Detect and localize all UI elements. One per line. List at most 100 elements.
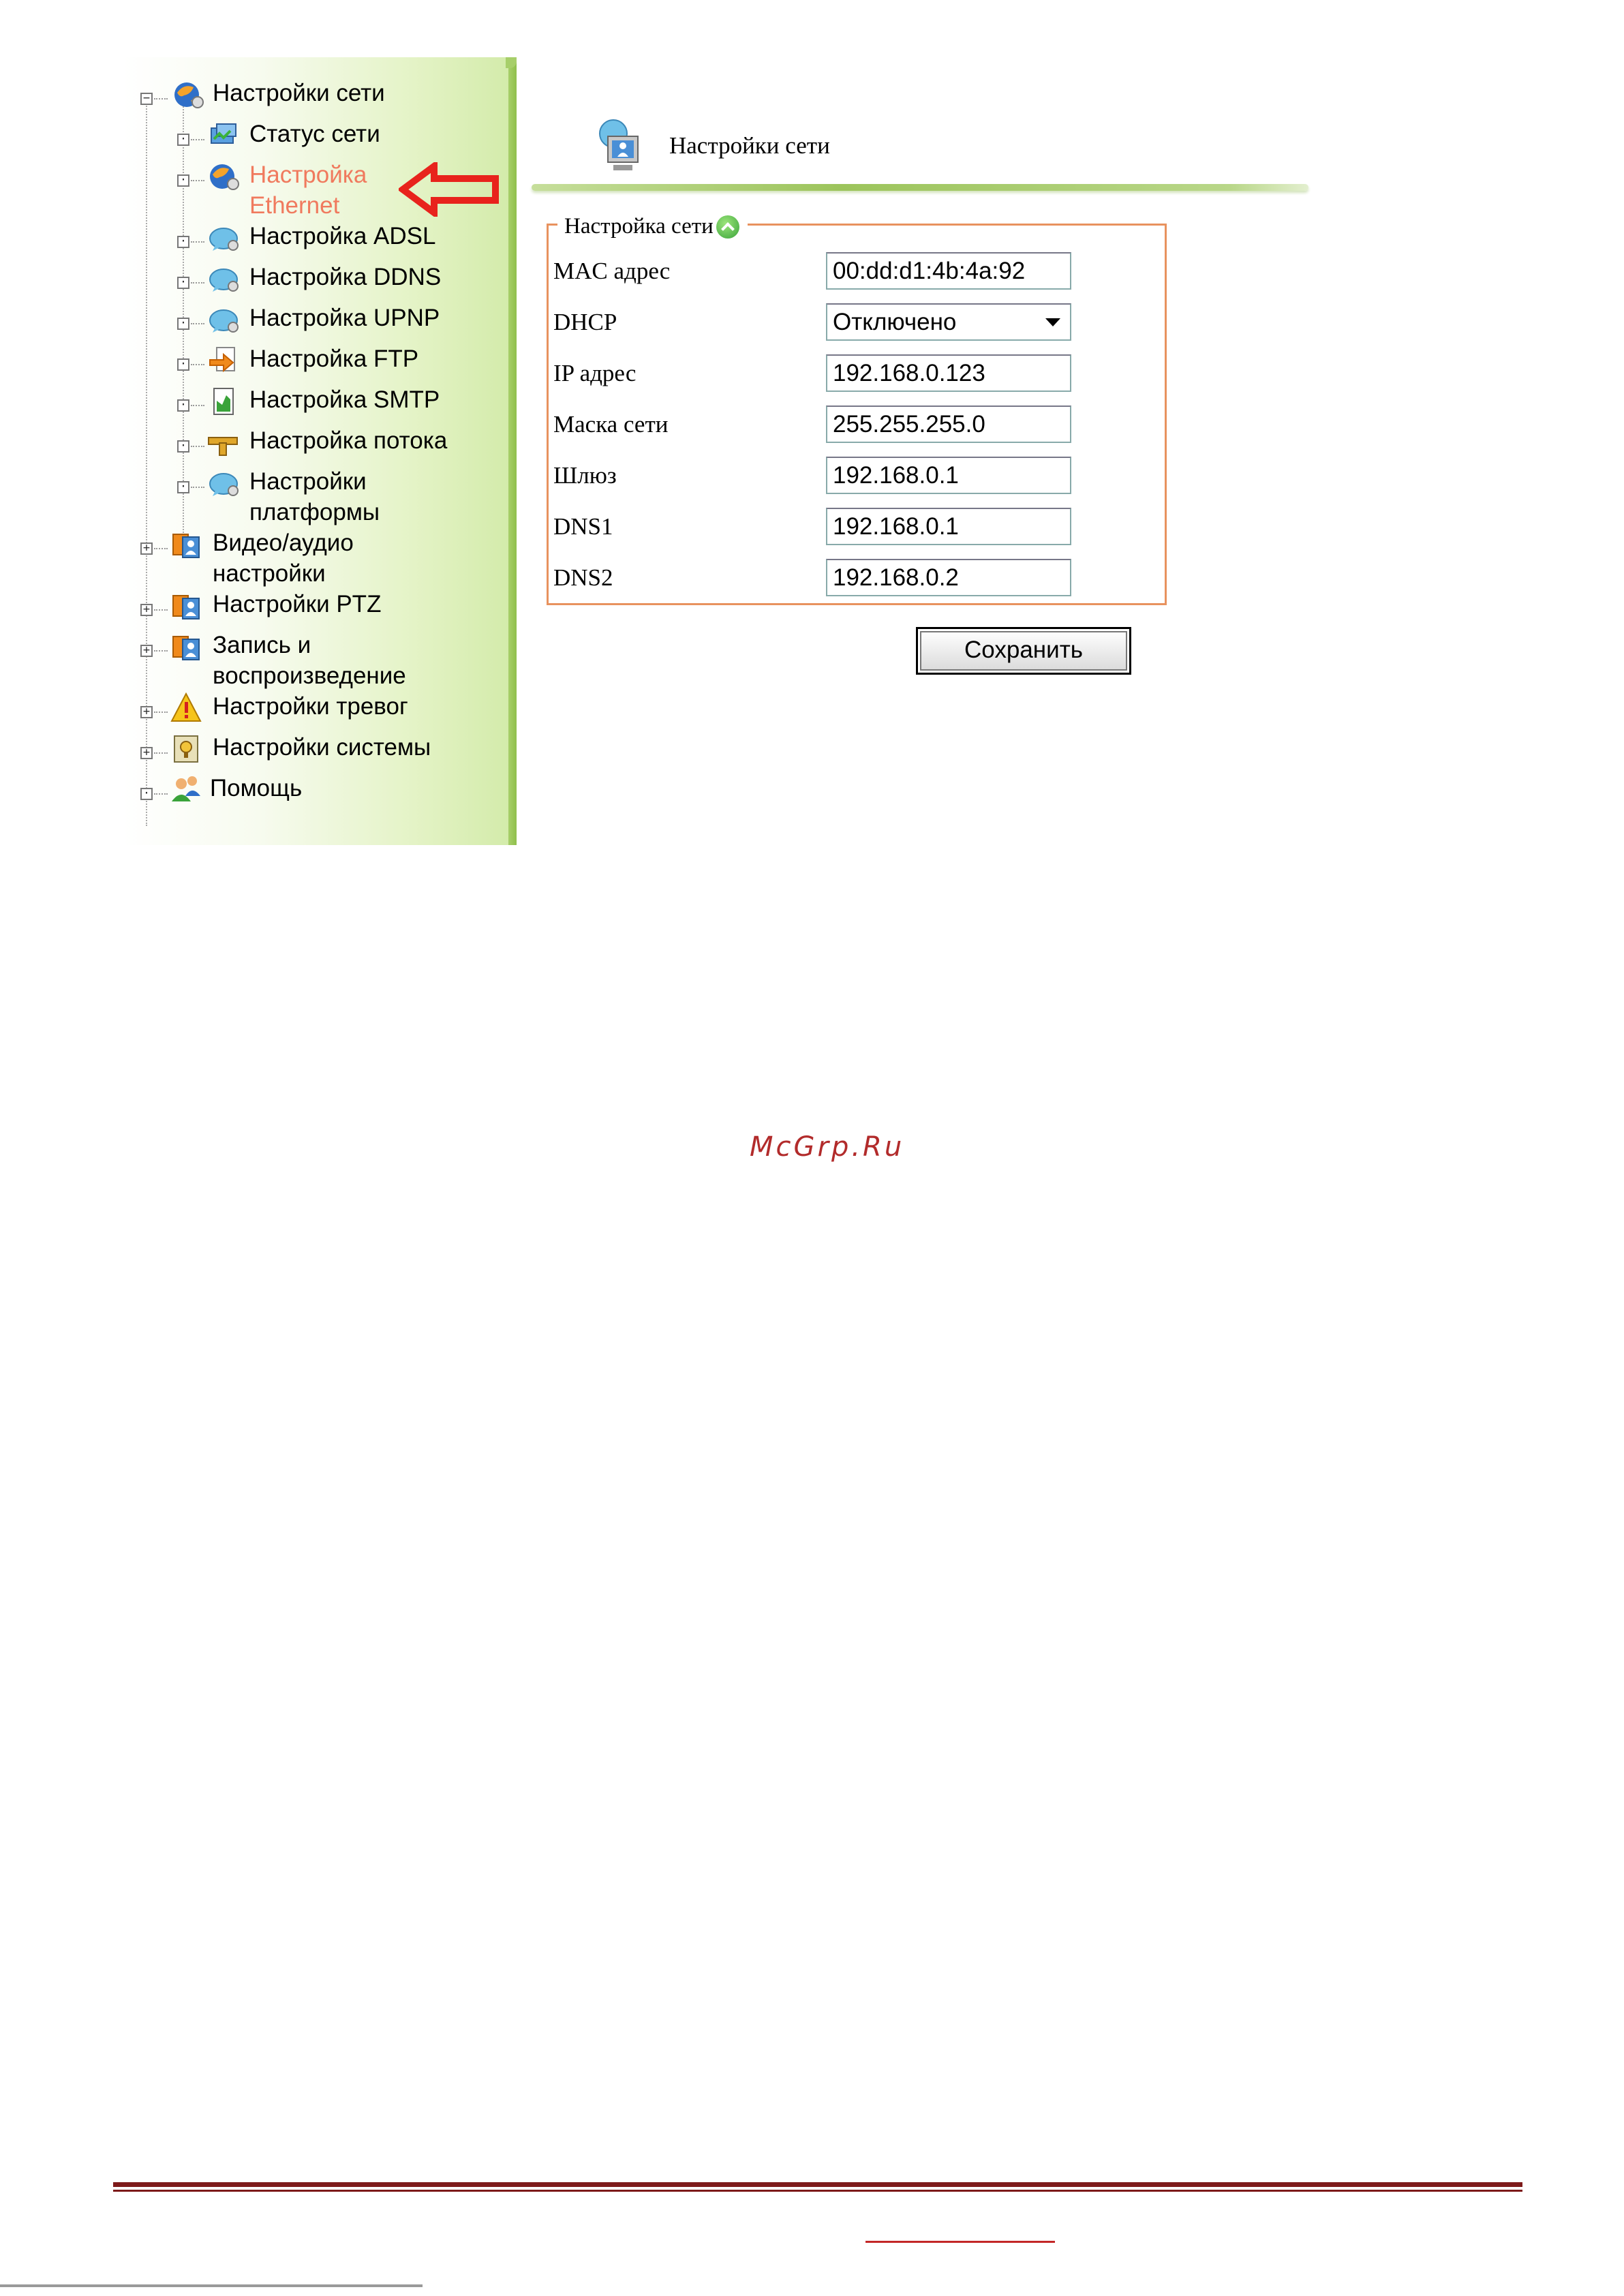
smtp-chart-icon: [213, 388, 234, 415]
watermark: McGrp.Ru: [750, 1131, 905, 1163]
sidebar-item-label: Настройки платформы: [249, 468, 380, 525]
globe-chat-icon: [209, 228, 239, 251]
sidebar-item-label: Запись и воспроизведение: [213, 632, 406, 689]
sidebar-item-label: Статус сети: [249, 121, 380, 147]
sidebar-item-alarm-settings[interactable]: + Настройки тревог: [123, 691, 408, 722]
expand-toggle-icon[interactable]: ·: [177, 134, 189, 146]
globe-chat-icon: [209, 269, 239, 292]
sidebar-item-ethernet-settings[interactable]: · Настройка Ethernet: [123, 159, 379, 221]
fieldset-legend: Настройка сети: [557, 214, 748, 239]
sidebar-item-label: Настройка SMTP: [249, 386, 440, 413]
network-globe-icon: [174, 82, 204, 108]
ip-label: IP адрес: [553, 360, 637, 386]
sidebar-item-help[interactable]: · Помощь: [123, 773, 302, 803]
tree-connector: [191, 180, 204, 181]
collapse-up-icon[interactable]: [716, 215, 739, 239]
tree-connector: [154, 752, 168, 754]
dns2-label: DNS2: [553, 564, 613, 591]
netmask-field[interactable]: 255.255.255.0: [826, 405, 1071, 443]
expand-toggle-icon[interactable]: ·: [140, 788, 153, 800]
expand-toggle-icon[interactable]: +: [140, 604, 153, 616]
tree-connector: [154, 711, 168, 713]
ftp-arrow-icon: [209, 347, 235, 373]
sidebar-item-label: Настройка потока: [249, 427, 448, 454]
netmask-label: Маска сети: [553, 411, 669, 438]
expand-toggle-icon[interactable]: ·: [177, 358, 189, 371]
save-button[interactable]: Сохранить: [916, 627, 1131, 675]
dhcp-select[interactable]: Отключено: [826, 303, 1071, 341]
tree-connector: [154, 609, 168, 611]
expand-toggle-icon[interactable]: ·: [177, 481, 189, 493]
collapse-toggle-icon[interactable]: −: [140, 93, 153, 105]
page-title: Настройки сети: [669, 132, 830, 159]
expand-toggle-icon[interactable]: ·: [177, 277, 189, 289]
ip-address-field[interactable]: 192.168.0.123: [826, 354, 1071, 392]
tree-connector: [154, 793, 168, 795]
sidebar-item-ftp-settings[interactable]: · Настройка FTP: [123, 343, 418, 374]
sidebar-item-label: Настройки сети: [213, 80, 385, 106]
warning-icon: [170, 692, 202, 722]
expand-toggle-icon[interactable]: +: [140, 747, 153, 759]
tree-connector: [154, 548, 168, 549]
camera-user-icon: [172, 534, 200, 558]
dns1-field[interactable]: 192.168.0.1: [826, 508, 1071, 545]
camera-user-icon: [172, 636, 200, 660]
sidebar-item-ddns-settings[interactable]: · Настройка DDNS: [123, 262, 441, 292]
expand-toggle-icon[interactable]: +: [140, 645, 153, 657]
footer-rule: [113, 2182, 1522, 2187]
sidebar-item-smtp-settings[interactable]: · Настройка SMTP: [123, 384, 440, 415]
mac-address-field[interactable]: 00:dd:d1:4b:4a:92: [826, 252, 1071, 290]
sidebar-item-upnp-settings[interactable]: · Настройка UPNP: [123, 303, 440, 333]
sidebar-item-system-settings[interactable]: + Настройки системы: [123, 732, 431, 763]
dhcp-label: DHCP: [553, 309, 617, 335]
sidebar-item-label: Настройка FTP: [249, 346, 419, 372]
sidebar-item-network-status[interactable]: · Статус сети: [123, 119, 380, 149]
sidebar-item-label: Настройка DDNS: [249, 264, 442, 290]
gateway-label: Шлюз: [553, 462, 617, 489]
sidebar-item-label: Помощь: [210, 775, 303, 801]
gateway-field[interactable]: 192.168.0.1: [826, 457, 1071, 494]
tree-connector: [191, 364, 204, 365]
sidebar-item-stream-settings[interactable]: · Настройка потока: [123, 425, 447, 456]
expand-toggle-icon[interactable]: +: [140, 542, 153, 555]
dns2-field[interactable]: 192.168.0.2: [826, 559, 1071, 596]
tree-connector: [154, 650, 168, 652]
expand-toggle-icon[interactable]: +: [140, 706, 153, 718]
sidebar-item-adsl-settings[interactable]: · Настройка ADSL: [123, 221, 435, 251]
sidebar-item-label: Настройки тревог: [213, 693, 408, 720]
tree-connector: [191, 446, 204, 447]
expand-toggle-icon[interactable]: ·: [177, 318, 189, 330]
sidebar-edge: [506, 57, 517, 845]
sidebar-item-record-playback[interactable]: + Запись и воспроизведение: [123, 630, 431, 691]
sidebar-item-ptz-settings[interactable]: + Настройки PTZ: [123, 589, 381, 619]
sidebar-item-label: Настройки системы: [213, 734, 431, 761]
expand-toggle-icon[interactable]: ·: [177, 236, 189, 248]
tree-connector: [191, 487, 204, 488]
dhcp-selected-value: Отключено: [833, 309, 957, 335]
network-computer-icon: [599, 119, 639, 170]
sidebar-item-label: Настройки PTZ: [213, 591, 382, 617]
expand-toggle-icon[interactable]: ·: [177, 440, 189, 453]
footer-link-underline: [865, 2241, 1055, 2243]
expand-toggle-icon[interactable]: ·: [177, 399, 189, 412]
tree-connector: [191, 323, 204, 324]
expand-toggle-icon[interactable]: ·: [177, 174, 189, 187]
globe-chat-icon: [209, 309, 239, 333]
mac-label: MAC адрес: [553, 258, 671, 284]
dns1-label: DNS1: [553, 513, 613, 540]
tree-connector: [191, 282, 204, 284]
tree-connector: [191, 405, 204, 406]
sidebar-item-video-audio[interactable]: + Видео/аудио настройки: [123, 527, 363, 589]
system-settings-icon: [174, 735, 198, 763]
sidebar-item-network-settings[interactable]: − Настройки сети: [123, 78, 385, 108]
network-status-icon: [211, 123, 236, 144]
header-divider: [532, 184, 1308, 191]
annotation-arrow-icon: [399, 162, 499, 217]
sidebar-item-label: Настройка UPNP: [249, 305, 440, 331]
sidebar-item-platform-settings[interactable]: · Настройки платформы: [123, 466, 406, 527]
globe-chat-icon: [209, 473, 239, 496]
stream-pipe-icon: [208, 437, 238, 456]
sidebar-item-label: Настройка Ethernet: [249, 162, 367, 219]
page-edge-line: [0, 2284, 423, 2287]
sidebar-item-label: Видео/аудио настройки: [213, 530, 354, 587]
